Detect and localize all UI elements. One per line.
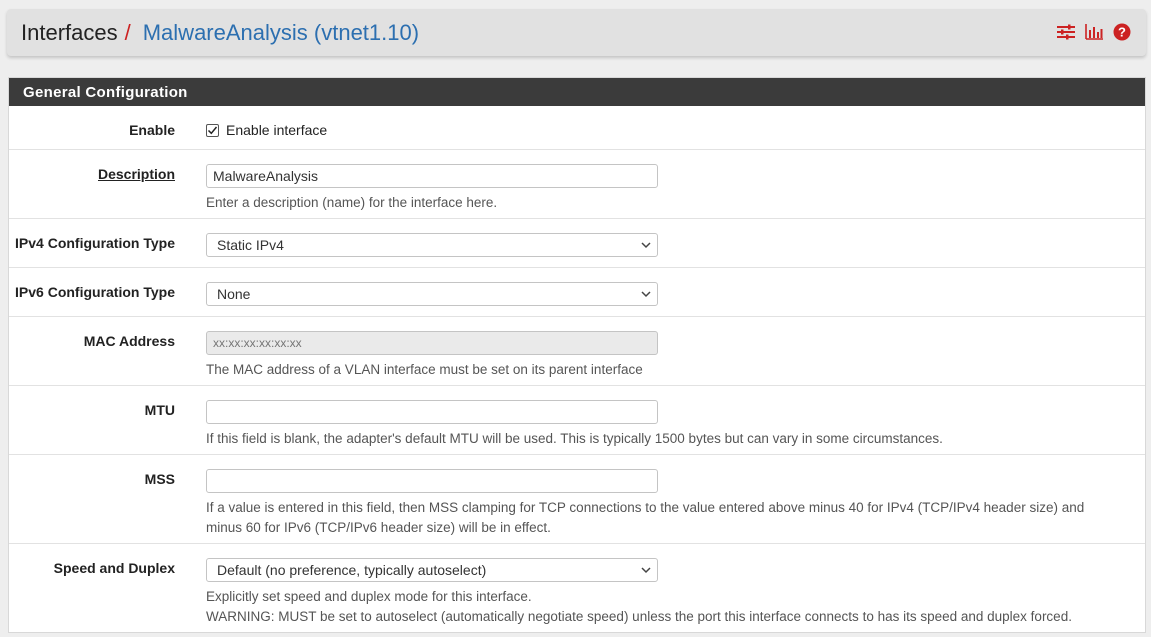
ipv6-type-selected: None [217, 286, 251, 302]
enable-row: Enable Enable interface [9, 106, 1145, 150]
speed-duplex-row: Speed and Duplex Default (no preference,… [9, 544, 1145, 634]
speed-duplex-selected: Default (no preference, typically autose… [217, 562, 487, 578]
breadcrumb-current[interactable]: MalwareAnalysis (vtnet1.10) [143, 20, 419, 46]
speed-duplex-label: Speed and Duplex [53, 560, 175, 576]
breadcrumb-separator: / [124, 19, 131, 45]
ipv6-type-row: IPv6 Configuration Type None [9, 268, 1145, 317]
mss-label: MSS [144, 471, 175, 487]
mac-address-help: The MAC address of a VLAN interface must… [206, 362, 643, 377]
ipv4-type-row: IPv4 Configuration Type Static IPv4 [9, 219, 1145, 268]
speed-duplex-select[interactable]: Default (no preference, typically autose… [206, 558, 658, 582]
breadcrumb: Interfaces / MalwareAnalysis (vtnet1.10) [7, 9, 1146, 56]
bar-chart-icon[interactable] [1084, 22, 1104, 42]
mac-address-row: MAC Address The MAC address of a VLAN in… [9, 317, 1145, 386]
breadcrumb-root[interactable]: Interfaces [21, 20, 118, 46]
ipv6-type-label: IPv6 Configuration Type [15, 284, 175, 300]
enable-label: Enable [129, 122, 175, 138]
speed-duplex-help-line-1: Explicitly set speed and duplex mode for… [206, 589, 532, 604]
breadcrumb-actions: ? [1056, 22, 1132, 42]
description-row: Description Enter a description (name) f… [9, 150, 1145, 219]
mss-row: MSS If a value is entered in this field,… [9, 455, 1145, 544]
mtu-input[interactable] [206, 400, 658, 424]
ipv4-type-selected: Static IPv4 [217, 237, 284, 253]
enable-interface-control[interactable]: Enable interface [206, 122, 327, 138]
ipv6-type-select[interactable]: None [206, 282, 658, 306]
ipv4-type-select[interactable]: Static IPv4 [206, 233, 658, 257]
mac-address-input [206, 331, 658, 355]
description-help: Enter a description (name) for the inter… [206, 195, 498, 210]
description-label: Description [97, 166, 175, 182]
enable-checkbox-label: Enable interface [226, 122, 328, 138]
sliders-icon[interactable] [1056, 22, 1076, 42]
general-configuration-panel: General Configuration Enable Enable inte… [8, 77, 1146, 633]
mac-address-label: MAC Address [83, 333, 175, 349]
mtu-label: MTU [144, 402, 175, 418]
description-input[interactable] [206, 164, 658, 188]
mss-help-line-1: If a value is entered in this field, the… [206, 500, 1085, 515]
mtu-help: If this field is blank, the adapter's de… [206, 431, 943, 446]
speed-duplex-help: Explicitly set speed and duplex mode for… [206, 587, 1072, 627]
ipv4-type-label: IPv4 Configuration Type [15, 235, 175, 251]
mss-input[interactable] [206, 469, 658, 493]
mss-help: If a value is entered in this field, the… [206, 498, 1084, 538]
enable-checkbox[interactable] [206, 123, 219, 137]
chevron-down-icon [641, 241, 651, 248]
chevron-down-icon [641, 566, 651, 573]
svg-text:?: ? [1118, 25, 1126, 40]
chevron-down-icon [641, 290, 651, 297]
mtu-row: MTU If this field is blank, the adapter'… [9, 386, 1145, 455]
mss-help-line-2: minus 60 for IPv6 (TCP/IPv6 header size)… [206, 520, 551, 535]
speed-duplex-help-line-2: WARNING: MUST be set to autoselect (auto… [206, 609, 1072, 624]
help-icon[interactable]: ? [1112, 22, 1132, 42]
panel-title: General Configuration [9, 78, 1145, 106]
